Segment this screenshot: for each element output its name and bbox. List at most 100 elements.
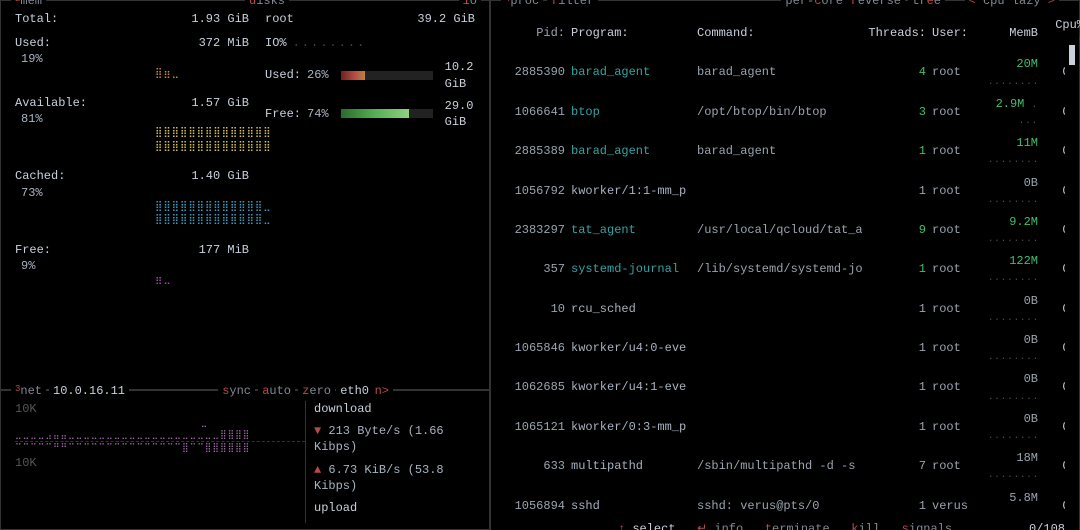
proc-program: kworker/0:3-mm_p — [571, 419, 691, 435]
proc-program: multipathd — [571, 458, 691, 474]
mem-total-value: 1.93 GiB — [191, 11, 249, 27]
mem-avail-value: 1.57 GiB — [191, 95, 249, 111]
opt-iface[interactable]: eth0 — [336, 383, 373, 399]
proc-user: root — [932, 340, 982, 356]
proc-threads: 1 — [868, 261, 926, 277]
proc-mem: 0B ........ — [988, 411, 1038, 443]
mem-free-bar: ⣶⣀ — [15, 274, 255, 288]
proc-panel: 4proc filter per-core reverse tree < cpu… — [490, 0, 1080, 530]
proc-row[interactable]: 1066641btop/opt/btop/bin/btop3root2.9M .… — [505, 96, 1065, 128]
mem-free-pct: 9% — [15, 258, 255, 274]
proc-row[interactable]: 633multipathd/sbin/multipathd -d -s7root… — [505, 450, 1065, 482]
hdr-threads[interactable]: Threads: — [868, 25, 926, 41]
proc-pid: 1062685 — [505, 379, 565, 395]
mem-free-label: Free: — [15, 242, 51, 258]
opt-tree[interactable]: tree — [908, 0, 945, 9]
proc-cpu: 0.0 — [1044, 301, 1065, 317]
proc-user: root — [932, 222, 982, 238]
proc-pid: 10 — [505, 301, 565, 317]
proc-pid: 1056894 — [505, 498, 565, 514]
net-download-rate: 213 Byte/s — [328, 424, 400, 438]
proc-row[interactable]: 2383297tat_agent/usr/local/qcloud/tat_a9… — [505, 214, 1065, 246]
mem-total-label: Total: — [15, 11, 58, 27]
proc-row[interactable]: 1056894sshdsshd: verus@pts/01verus5.8M .… — [505, 490, 1065, 516]
proc-command: barad_agent — [697, 143, 862, 159]
proc-pid: 1066641 — [505, 104, 565, 120]
mem-block: Total:1.93 GiB Used:372 MiB 19% ⣿⣶⣀ Avai… — [15, 11, 255, 383]
opt-cpu-lazy[interactable]: < cpu lazy > — [965, 0, 1059, 9]
net-title: 3net — [11, 383, 46, 399]
proc-program: kworker/1:1-mm_p — [571, 183, 691, 199]
proc-program: barad_agent — [571, 143, 691, 159]
proc-cpu: 0.0 — [1044, 419, 1065, 435]
proc-command: /usr/local/qcloud/tat_a — [697, 222, 862, 238]
hdr-program[interactable]: Program: — [571, 25, 691, 41]
net-download-graph: ⣀ ⣀⣀⣀⣀⣠⣤⣤⣀⣀⣀⣀⣀⣀⣀⣀⣀⣀⣀⣀⣀⣀⣀⣀⣀⣀⣀⣀⣿⣿⣿⣿ — [15, 417, 305, 441]
proc-command: barad_agent — [697, 64, 862, 80]
opt-per-core[interactable]: per-core — [781, 0, 847, 9]
proc-program: kworker/u4:0-eve — [571, 340, 691, 356]
filter-title[interactable]: filter — [547, 0, 598, 9]
proc-pid: 633 — [505, 458, 565, 474]
proc-row[interactable]: 1065846kworker/u4:0-eve1root0B ........0… — [505, 332, 1065, 364]
proc-row[interactable]: 1062685kworker/u4:1-eve1root0B ........0… — [505, 371, 1065, 403]
hdr-command[interactable]: Command: — [697, 25, 862, 41]
disk-free-value: 29.0 GiB — [445, 98, 475, 130]
disk-root-label: root — [265, 11, 294, 27]
proc-program: btop — [571, 104, 691, 120]
proc-row[interactable]: 10rcu_sched1root0B ........0.0 — [505, 293, 1065, 325]
hdr-pid[interactable]: Pid: — [505, 25, 565, 41]
net-download-label: download — [314, 401, 475, 417]
up-arrow-icon: ▲ — [314, 463, 321, 477]
mem-avail-bar: ⣿⣿⣿⣿⣿⣿⣿⣿⣿⣿⣿⣿⣿⣿ ⣿⣿⣿⣿⣿⣿⣿⣿⣿⣿⣿⣿⣿⣿ — [15, 127, 255, 154]
proc-threads: 1 — [868, 301, 926, 317]
proc-threads: 9 — [868, 222, 926, 238]
io-title[interactable]: io — [459, 0, 481, 9]
opt-reverse[interactable]: reverse — [847, 0, 905, 9]
opt-iface-next[interactable]: n> — [371, 383, 393, 399]
opt-sync[interactable]: sync — [218, 383, 255, 399]
proc-command: /lib/systemd/systemd-jo — [697, 261, 862, 277]
proc-threads: 4 — [868, 64, 926, 80]
footer-signals[interactable]: signals — [902, 522, 952, 530]
proc-pid: 1056792 — [505, 183, 565, 199]
proc-user: root — [932, 419, 982, 435]
proc-scroll-thumb[interactable] — [1069, 45, 1075, 65]
opt-auto[interactable]: auto — [258, 383, 295, 399]
proc-row[interactable]: 2885390 barad_agent barad_agent 4 root 20M ..… — [505, 56, 1065, 88]
proc-command: /opt/btop/bin/btop — [697, 104, 862, 120]
disk-used-pct: 26% — [307, 67, 329, 83]
footer-kill[interactable]: kill — [851, 522, 880, 530]
proc-mem: 0B ........ — [988, 332, 1038, 364]
proc-mem: 20M ........ — [988, 56, 1038, 88]
proc-row[interactable]: 1065121kworker/0:3-mm_p1root0B ........0… — [505, 411, 1065, 443]
disks-title[interactable]: disks — [245, 0, 289, 9]
net-ip: 10.0.16.11 — [49, 383, 129, 399]
footer-select[interactable]: select — [632, 522, 675, 530]
proc-user: root — [932, 261, 982, 277]
hdr-mem[interactable]: MemB — [988, 25, 1038, 41]
disk-free-label: Free: — [265, 106, 301, 122]
proc-pid: 2885390 — [505, 64, 565, 80]
proc-row[interactable]: 1056792kworker/1:1-mm_p1root0B ........0… — [505, 175, 1065, 207]
proc-threads: 1 — [868, 183, 926, 199]
proc-pid: 2885389 — [505, 143, 565, 159]
disks-block: root39.2 GiB IO%........ Used: 26% 10.2 … — [255, 11, 475, 383]
hdr-user[interactable]: User: — [932, 25, 982, 41]
proc-body[interactable]: 2885390 barad_agent barad_agent 4 root 20M ..… — [505, 49, 1065, 515]
proc-cpu: 0.0 — [1044, 222, 1065, 238]
footer-info[interactable]: info — [714, 522, 743, 530]
proc-row[interactable]: 357systemd-journal/lib/systemd/systemd-j… — [505, 253, 1065, 285]
mem-used-label: Used: — [15, 35, 51, 51]
proc-program: rcu_sched — [571, 301, 691, 317]
proc-user: root — [932, 183, 982, 199]
footer-terminate[interactable]: terminate — [765, 522, 830, 530]
proc-user: root — [932, 64, 982, 80]
proc-mem: 11M ........ — [988, 135, 1038, 167]
proc-cpu: 0.0 — [1044, 458, 1065, 474]
disk-used-value: 10.2 GiB — [445, 59, 475, 91]
proc-threads: 1 — [868, 498, 926, 514]
proc-program: barad_agent — [571, 64, 691, 80]
proc-row[interactable]: 2885389barad_agentbarad_agent1root11M ..… — [505, 135, 1065, 167]
opt-zero[interactable]: zero — [298, 383, 335, 399]
